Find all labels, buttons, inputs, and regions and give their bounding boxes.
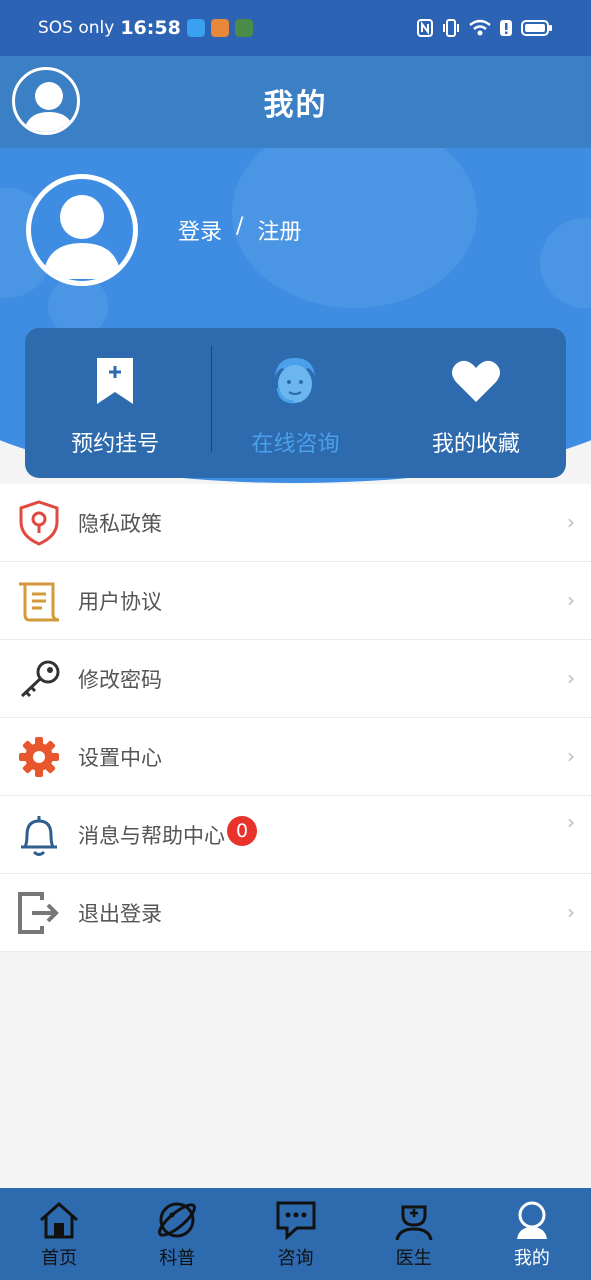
wifi-icon bbox=[469, 19, 491, 36]
status-bar: SOS only 16:58 bbox=[0, 0, 591, 56]
battery-icon bbox=[521, 20, 552, 36]
menu-item-user-agreement[interactable]: 用户协议 › bbox=[0, 562, 591, 640]
profile-icon bbox=[510, 1198, 554, 1242]
menu-item-label: 隐私政策 bbox=[78, 511, 162, 536]
chevron-right-icon: › bbox=[567, 744, 575, 768]
heart-icon bbox=[449, 354, 503, 408]
carrier-label: SOS only bbox=[38, 18, 115, 38]
login-register-links: 登录 / 注册 bbox=[178, 214, 301, 246]
logout-icon bbox=[14, 888, 64, 938]
scroll-icon bbox=[14, 576, 64, 626]
quick-action-label: 预约挂号 bbox=[71, 432, 160, 457]
planet-icon bbox=[155, 1198, 199, 1242]
shield-keyhole-icon bbox=[14, 498, 64, 548]
quick-action-favorites[interactable]: 我的收藏 bbox=[386, 328, 566, 478]
vibrate-icon bbox=[443, 19, 459, 37]
settings-menu: 隐私政策 › 用户协议 › 修改密码 › 设置中心 › 消息与帮助中心 0 › … bbox=[0, 484, 591, 952]
tab-label: 首页 bbox=[41, 1248, 78, 1269]
quick-action-appointment[interactable]: 预约挂号 bbox=[25, 328, 205, 478]
avatar-silhouette-icon bbox=[43, 195, 121, 279]
avatar-silhouette-icon bbox=[23, 82, 75, 132]
message-count-badge: 0 bbox=[227, 815, 257, 846]
app-icon-game bbox=[234, 19, 253, 37]
app-icon-blue bbox=[186, 19, 205, 37]
chevron-right-icon: › bbox=[567, 666, 575, 690]
customer-service-icon bbox=[268, 354, 322, 408]
chevron-right-icon: › bbox=[567, 510, 575, 534]
page-title: 我的 bbox=[263, 88, 328, 123]
login-link[interactable]: 登录 bbox=[178, 214, 222, 246]
tab-profile[interactable]: 我的 bbox=[473, 1188, 591, 1280]
quick-action-label: 我的收藏 bbox=[431, 432, 520, 457]
app-icon-news bbox=[210, 19, 229, 37]
menu-item-label: 用户协议 bbox=[78, 589, 162, 614]
menu-item-privacy[interactable]: 隐私政策 › bbox=[0, 484, 591, 562]
bell-icon bbox=[14, 810, 64, 860]
register-link[interactable]: 注册 bbox=[257, 214, 301, 246]
chat-icon bbox=[274, 1198, 318, 1242]
chevron-right-icon: › bbox=[567, 810, 575, 834]
nfc-icon bbox=[417, 19, 433, 37]
status-time: 16:58 bbox=[120, 17, 181, 39]
profile-avatar[interactable] bbox=[26, 174, 138, 286]
chevron-right-icon: › bbox=[567, 900, 575, 924]
tab-doctor[interactable]: 医生 bbox=[355, 1188, 473, 1280]
gear-icon bbox=[14, 732, 64, 782]
menu-item-logout[interactable]: 退出登录 › bbox=[0, 874, 591, 952]
doctor-icon bbox=[392, 1198, 436, 1242]
menu-item-label: 设置中心 bbox=[78, 745, 162, 770]
alert-icon bbox=[500, 20, 512, 36]
tab-consult[interactable]: 咨询 bbox=[236, 1188, 354, 1280]
link-separator: / bbox=[236, 214, 244, 239]
menu-item-messages-help[interactable]: 消息与帮助中心 0 › bbox=[0, 796, 591, 874]
profile-hero: 登录 / 注册 预约挂号 在线咨询 我的收藏 bbox=[0, 148, 591, 488]
home-icon bbox=[37, 1198, 81, 1242]
menu-item-label: 消息与帮助中心 bbox=[78, 823, 225, 848]
bottom-tab-bar: 首页 科普 咨询 医生 我的 bbox=[0, 1188, 591, 1280]
key-icon bbox=[14, 654, 64, 704]
tab-label: 我的 bbox=[513, 1248, 550, 1269]
menu-item-label: 修改密码 bbox=[78, 667, 162, 692]
quick-action-label: 在线咨询 bbox=[251, 432, 340, 457]
tab-science[interactable]: 科普 bbox=[118, 1188, 236, 1280]
tab-home[interactable]: 首页 bbox=[0, 1188, 118, 1280]
bookmark-plus-icon bbox=[88, 354, 142, 408]
menu-item-change-password[interactable]: 修改密码 › bbox=[0, 640, 591, 718]
tab-label: 医生 bbox=[395, 1248, 432, 1269]
tab-label: 科普 bbox=[159, 1248, 196, 1269]
quick-action-consult[interactable]: 在线咨询 bbox=[205, 328, 385, 478]
header-avatar[interactable] bbox=[12, 67, 80, 135]
tab-label: 咨询 bbox=[277, 1248, 314, 1269]
quick-actions-card: 预约挂号 在线咨询 我的收藏 bbox=[25, 328, 566, 478]
app-header: 我的 bbox=[0, 56, 591, 148]
quick-divider bbox=[211, 346, 212, 452]
chevron-right-icon: › bbox=[567, 588, 575, 612]
menu-item-label: 退出登录 bbox=[78, 901, 162, 926]
menu-item-settings[interactable]: 设置中心 › bbox=[0, 718, 591, 796]
